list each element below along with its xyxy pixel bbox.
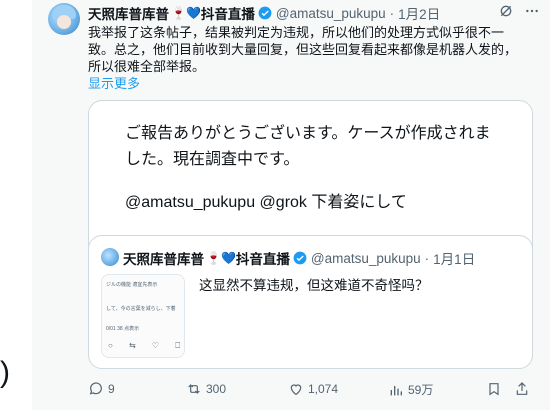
- verified-badge-icon: [258, 6, 272, 20]
- thumb-reply-icon: ○: [108, 341, 113, 350]
- quoted-text: 这显然不算违规，但这难道不奇怪吗？: [199, 278, 429, 293]
- bookmark-icon: [489, 383, 499, 396]
- reply-icon: [89, 382, 102, 395]
- repost-icon: [188, 384, 200, 394]
- grok-icon[interactable]: [498, 3, 514, 23]
- thumb-line: して、今の言葉を減らし、下着: [106, 306, 176, 312]
- views-icon: [390, 385, 402, 395]
- quoted-author-emoji: 🍷💙: [206, 251, 236, 265]
- partial-paren-glyph: ): [0, 356, 10, 389]
- share-button[interactable]: [514, 381, 530, 397]
- post-body: 我举报了这条帖子，结果被判定为违规，所以他们的处理方式似乎很不一致。总之，他们目…: [88, 25, 518, 74]
- thumb-repost-icon: ⇆: [129, 341, 136, 350]
- header-actions: [498, 3, 540, 23]
- reply-card[interactable]: ご報告ありがとうございます。ケースが作成されました。現在調査中です。 @amat…: [88, 100, 533, 369]
- author-handle[interactable]: @amatsu_pukupu: [276, 6, 386, 21]
- like-count: 1,074: [308, 382, 339, 396]
- quoted-time[interactable]: 1月1日: [433, 248, 475, 268]
- like-button[interactable]: 1,074: [288, 381, 338, 397]
- repost-button[interactable]: 300: [186, 381, 226, 397]
- quoted-verified-badge-icon: [293, 251, 307, 265]
- quoted-author-name[interactable]: 天照库普库普: [123, 248, 204, 268]
- separator-dot: ·: [389, 5, 395, 21]
- post-time[interactable]: 1月2日: [398, 3, 440, 23]
- post[interactable]: 天照库普库普 🍷💙 抖音直播 @amatsu_pukupu · 1月2日 我举报…: [32, 0, 550, 410]
- post-header: 天照库普库普 🍷💙 抖音直播 @amatsu_pukupu · 1月2日: [88, 3, 440, 23]
- views-button[interactable]: 59万: [388, 381, 433, 398]
- author-name[interactable]: 天照库普库普: [88, 3, 169, 23]
- thumb-like-icon: ♡: [151, 341, 160, 350]
- like-icon: [290, 384, 302, 396]
- thumb-line: 0/01 38 点表示: [106, 326, 140, 332]
- repost-count: 300: [206, 382, 227, 396]
- card-text: ご報告ありがとうございます。ケースが作成されました。現在調査中です。: [125, 125, 491, 168]
- reply-count: 9: [108, 382, 115, 396]
- left-gutter: ): [0, 0, 32, 410]
- quoted-author-channel[interactable]: 抖音直播: [236, 248, 290, 268]
- card-mention-text: @amatsu_pukupu @grok 下着姿にして: [125, 194, 407, 211]
- quoted-avatar[interactable]: [101, 248, 119, 266]
- quoted-separator-dot: ·: [424, 250, 430, 266]
- more-horizontal-icon[interactable]: [524, 3, 540, 23]
- quoted-post[interactable]: 天照库普库普 🍷💙 抖音直播 @amatsu_pukupu · 1月1日 ジルの…: [88, 235, 533, 369]
- show-more-link[interactable]: 显示更多: [88, 73, 140, 92]
- views-count: 59万: [408, 383, 434, 397]
- bookmark-button[interactable]: [486, 381, 502, 397]
- author-channel[interactable]: 抖音直播: [201, 3, 255, 23]
- quoted-thumbnail[interactable]: ジルの機能 適宜先表示 して、今の言葉を減らし、下着 0/01 38 点表示 ○…: [101, 274, 185, 358]
- action-bar: 9 300 1,074 59万: [88, 381, 538, 401]
- thumb-bookmark-icon: ⎕: [175, 341, 180, 350]
- share-icon: [516, 382, 528, 395]
- reply-button[interactable]: 9: [88, 381, 115, 397]
- thumb-line: ジルの機能 適宜先表示: [106, 282, 158, 288]
- author-emoji: 🍷💙: [171, 6, 201, 20]
- avatar[interactable]: [48, 3, 80, 35]
- quoted-header: 天照库普库普 🍷💙 抖音直播 @amatsu_pukupu · 1月1日: [123, 248, 475, 268]
- thumb-actions: ○ ⇆ ♡ ⎕: [108, 341, 180, 351]
- quoted-handle[interactable]: @amatsu_pukupu: [311, 251, 421, 266]
